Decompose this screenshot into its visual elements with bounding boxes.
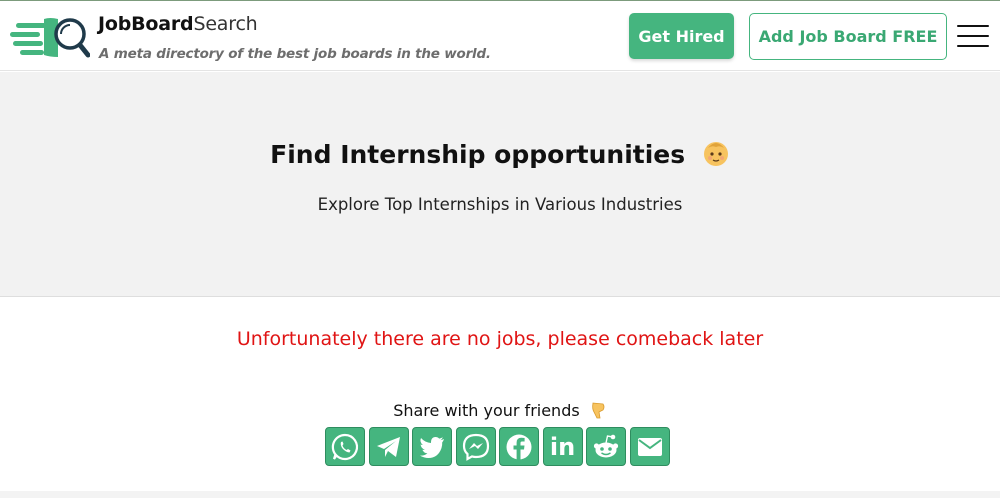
brand-name-light: Search: [193, 13, 258, 35]
footer-edge: [0, 491, 1000, 498]
share-reddit-button[interactable]: [586, 427, 626, 466]
messenger-icon: [462, 433, 489, 461]
hamburger-menu-icon[interactable]: [957, 25, 989, 47]
no-jobs-message: Unfortunately there are no jobs, please …: [236, 328, 764, 350]
twitter-icon: [420, 436, 444, 458]
share-email-button[interactable]: [629, 427, 670, 466]
share-whatsapp-button[interactable]: [325, 427, 365, 466]
whatsapp-icon: [331, 433, 359, 460]
add-job-board-button[interactable]: Add Job Board FREE: [749, 13, 947, 60]
facebook-icon: [506, 434, 532, 460]
page-subtitle: Explore Top Internships in Various Indus…: [317, 195, 683, 214]
share-buttons: in: [325, 427, 672, 466]
share-messenger-button[interactable]: [455, 427, 496, 466]
share-linkedin-button[interactable]: in: [542, 427, 583, 466]
linkedin-icon: in: [549, 432, 576, 461]
page-title: Find Internship opportunities: [0, 139, 1000, 169]
pointing-down-emoji-icon: [592, 402, 605, 419]
brand-name[interactable]: JobBoardSearch: [98, 13, 258, 35]
telegram-icon: [376, 436, 400, 457]
baby-emoji-icon: [703, 142, 728, 166]
share-twitter-button[interactable]: [412, 427, 452, 466]
get-hired-button[interactable]: Get Hired: [629, 13, 734, 59]
hero-section: Find Internship opportunities Explore To…: [0, 72, 1000, 297]
share-label: Share with your friends: [0, 401, 1000, 420]
share-label-text: Share with your friends: [393, 401, 580, 420]
navbar: JobBoardSearch A meta directory of the b…: [0, 1, 1000, 71]
email-icon: [637, 437, 662, 456]
brand-tagline: A meta directory of the best job boards …: [99, 46, 491, 62]
logo-magnifier-icon[interactable]: [10, 17, 90, 61]
share-telegram-button[interactable]: [368, 427, 409, 466]
brand-name-bold: JobBoard: [98, 13, 194, 35]
share-facebook-button[interactable]: [499, 427, 539, 466]
page-title-text: Find Internship opportunities: [270, 140, 686, 169]
reddit-icon: [593, 434, 619, 457]
